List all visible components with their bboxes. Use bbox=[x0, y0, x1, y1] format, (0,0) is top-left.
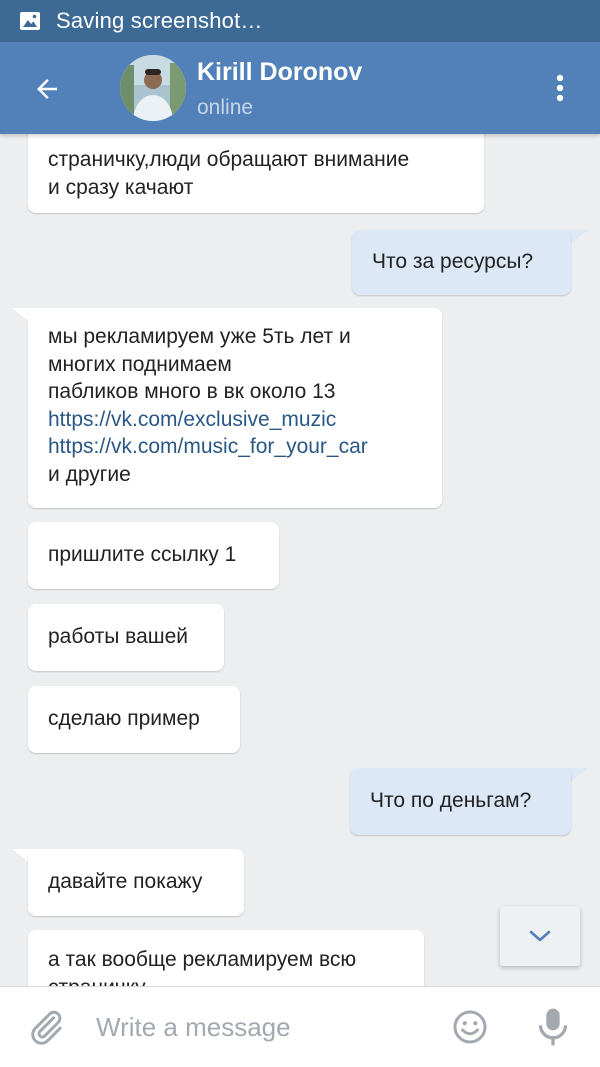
status-bar: Saving screenshot… bbox=[0, 0, 600, 42]
image-icon bbox=[20, 12, 40, 30]
message-text: многих поднимаем bbox=[48, 352, 232, 376]
chevron-down-icon bbox=[529, 930, 551, 942]
message-outgoing[interactable]: Что за ресурсы? bbox=[352, 230, 571, 295]
message-link[interactable]: https://vk.com/music_for_your_car bbox=[48, 433, 422, 461]
message-incoming[interactable]: давайте покажу bbox=[28, 849, 244, 916]
smile-icon[interactable] bbox=[452, 1009, 488, 1045]
arrow-left-icon bbox=[37, 79, 57, 99]
message-text: пришлите ссылку 1 bbox=[48, 543, 237, 566]
message-text: Что по деньгам? bbox=[370, 789, 532, 812]
contact-status: online bbox=[197, 96, 254, 119]
microphone-icon[interactable] bbox=[536, 1007, 570, 1047]
contact-name[interactable]: Kirill Doronov bbox=[197, 58, 362, 87]
message-text: а так вообще рекламируем всю bbox=[48, 948, 357, 971]
message-text: и сразу качают bbox=[48, 175, 194, 199]
message-incoming[interactable]: а так вообще рекламируем всю страничку bbox=[28, 930, 424, 986]
message-incoming[interactable]: сделаю пример bbox=[28, 686, 240, 753]
message-text: сделаю пример bbox=[48, 707, 200, 730]
message-incoming[interactable]: мы рекламируем уже 5ть лет и многих подн… bbox=[28, 308, 442, 508]
message-incoming[interactable]: работы вашей bbox=[28, 604, 224, 671]
message-composer bbox=[0, 986, 600, 1067]
paperclip-icon[interactable] bbox=[26, 1007, 66, 1047]
message-text: страничку,люди обращают внимание bbox=[48, 148, 410, 171]
message-incoming[interactable]: страничку,люди обращают внимание и сразу… bbox=[28, 134, 484, 213]
message-text: давайте покажу bbox=[48, 870, 203, 893]
menu-button[interactable] bbox=[542, 64, 578, 112]
message-list[interactable]: страничку,люди обращают внимание и сразу… bbox=[0, 134, 600, 986]
status-text: Saving screenshot… bbox=[56, 8, 263, 33]
message-text: мы рекламируем уже 5ть лет и bbox=[48, 325, 351, 348]
more-vertical-icon bbox=[556, 74, 564, 102]
message-incoming[interactable]: пришлите ссылку 1 bbox=[28, 522, 279, 589]
message-link[interactable]: https://vk.com/exclusive_muzic bbox=[48, 406, 422, 434]
message-text: страничку bbox=[48, 974, 404, 987]
message-text: работы вашей bbox=[48, 625, 189, 648]
message-input[interactable] bbox=[96, 1009, 426, 1045]
avatar-image bbox=[120, 55, 186, 121]
message-outgoing[interactable]: Что по деньгам? bbox=[350, 768, 571, 835]
message-text: и другие bbox=[48, 462, 131, 486]
message-text: Что за ресурсы? bbox=[372, 250, 534, 273]
scroll-down-button[interactable] bbox=[500, 906, 580, 966]
chat-header: Kirill Doronov online bbox=[0, 42, 600, 134]
back-button[interactable] bbox=[24, 66, 70, 112]
avatar[interactable] bbox=[120, 55, 186, 121]
message-text: паблико­в много в вк около 13 bbox=[48, 380, 336, 403]
